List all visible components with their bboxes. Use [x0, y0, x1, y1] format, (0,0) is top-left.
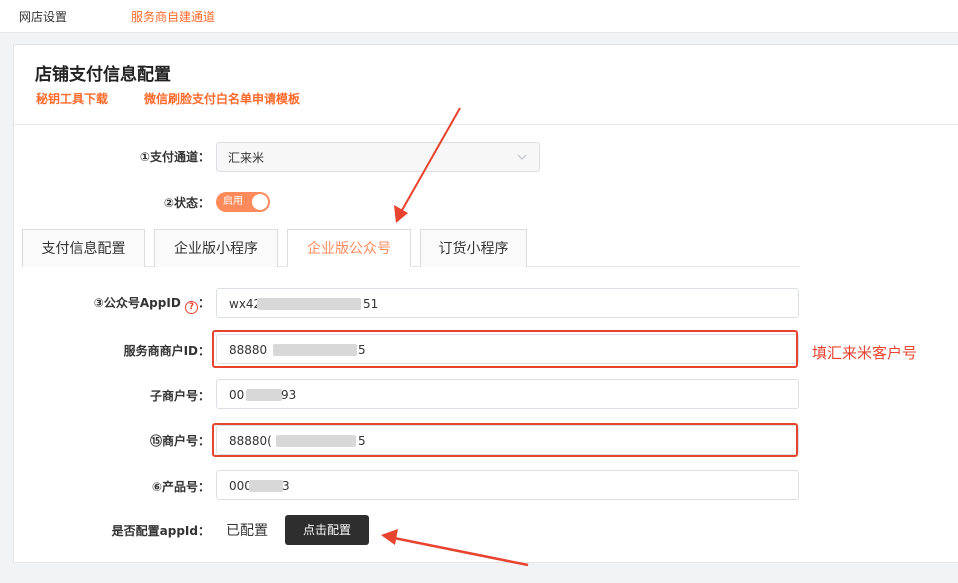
- appid-label-text: ③公众号AppID: [93, 296, 181, 310]
- whitelist-template-link[interactable]: 微信刷脸支付白名单申请模板: [144, 91, 300, 107]
- product-input[interactable]: 000 3: [216, 470, 799, 500]
- channel-select-value: 汇来米: [228, 151, 265, 165]
- status-label: ②状态：: [163, 196, 210, 210]
- help-icon[interactable]: ?: [184, 301, 198, 314]
- sp-merchant-label: 服务商商户ID：: [123, 344, 210, 358]
- config-appid-label: 是否配置appId：: [111, 524, 210, 538]
- config-status: 已配置: [226, 523, 268, 539]
- page-title: 店铺支付信息配置: [35, 65, 171, 85]
- appid-input[interactable]: wx42 51: [216, 288, 799, 318]
- nav-provider-channel[interactable]: 服务商自建通道: [131, 9, 215, 25]
- product-value-end: 3: [282, 479, 290, 493]
- key-tool-download-link[interactable]: 秘钥工具下载: [36, 91, 108, 107]
- tab-enterprise-official-account[interactable]: 企业版公众号: [287, 229, 411, 267]
- top-nav: 网店设置 服务商自建通道: [0, 0, 958, 33]
- tab-order-miniapp[interactable]: 订货小程序: [420, 229, 527, 267]
- nav-shop-settings[interactable]: 网店设置: [19, 9, 67, 25]
- card-header: 店铺支付信息配置 秘钥工具下载 微信刷脸支付白名单申请模板: [14, 45, 958, 125]
- sub-merchant-input[interactable]: 00 93: [216, 379, 799, 409]
- toggle-knob: [252, 194, 268, 210]
- highlight-box: [212, 423, 798, 457]
- redacted-mask: [257, 298, 361, 310]
- configure-button[interactable]: 点击配置: [285, 515, 369, 545]
- tab-payment-info[interactable]: 支付信息配置: [22, 229, 145, 267]
- sub-merchant-value-start: 00: [229, 388, 245, 402]
- status-toggle-label: 启用: [223, 196, 243, 207]
- appid-label: ③公众号AppID ?：: [93, 296, 210, 314]
- channel-select[interactable]: 汇来米: [216, 142, 540, 172]
- appid-value-end: 51: [363, 297, 379, 311]
- redacted-mask: [249, 480, 283, 492]
- sub-merchant-value-end: 93: [281, 388, 297, 402]
- merchant-label: ⑮商户号：: [149, 434, 210, 448]
- product-label: ⑥产品号：: [151, 480, 210, 494]
- sub-merchant-label: 子商户号：: [149, 389, 210, 403]
- chevron-down-icon: [517, 154, 527, 160]
- channel-label: ①支付通道：: [139, 150, 210, 164]
- status-toggle[interactable]: 启用: [216, 192, 270, 212]
- annotation-text: 填汇来米客户号: [812, 344, 918, 362]
- highlight-box: [212, 330, 798, 368]
- redacted-mask: [246, 389, 282, 401]
- tab-enterprise-miniapp[interactable]: 企业版小程序: [154, 229, 278, 267]
